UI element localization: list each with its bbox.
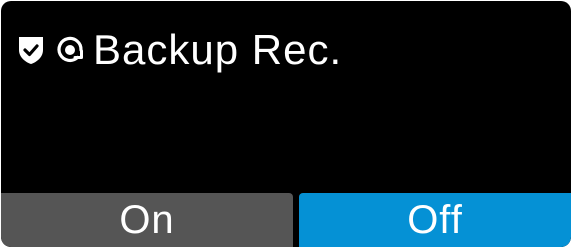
- backup-record-icon: [57, 36, 83, 63]
- title-bar: Backup Rec.: [17, 23, 342, 77]
- on-button-label: On: [119, 197, 175, 242]
- option-buttons: On Off: [1, 193, 571, 247]
- device-screen: Backup Rec. On Off: [1, 1, 571, 247]
- on-button[interactable]: On: [1, 193, 293, 247]
- shield-check-icon: [19, 37, 43, 64]
- off-button-label: Off: [407, 197, 463, 242]
- off-button[interactable]: Off: [299, 193, 571, 247]
- page-title: Backup Rec.: [93, 26, 343, 73]
